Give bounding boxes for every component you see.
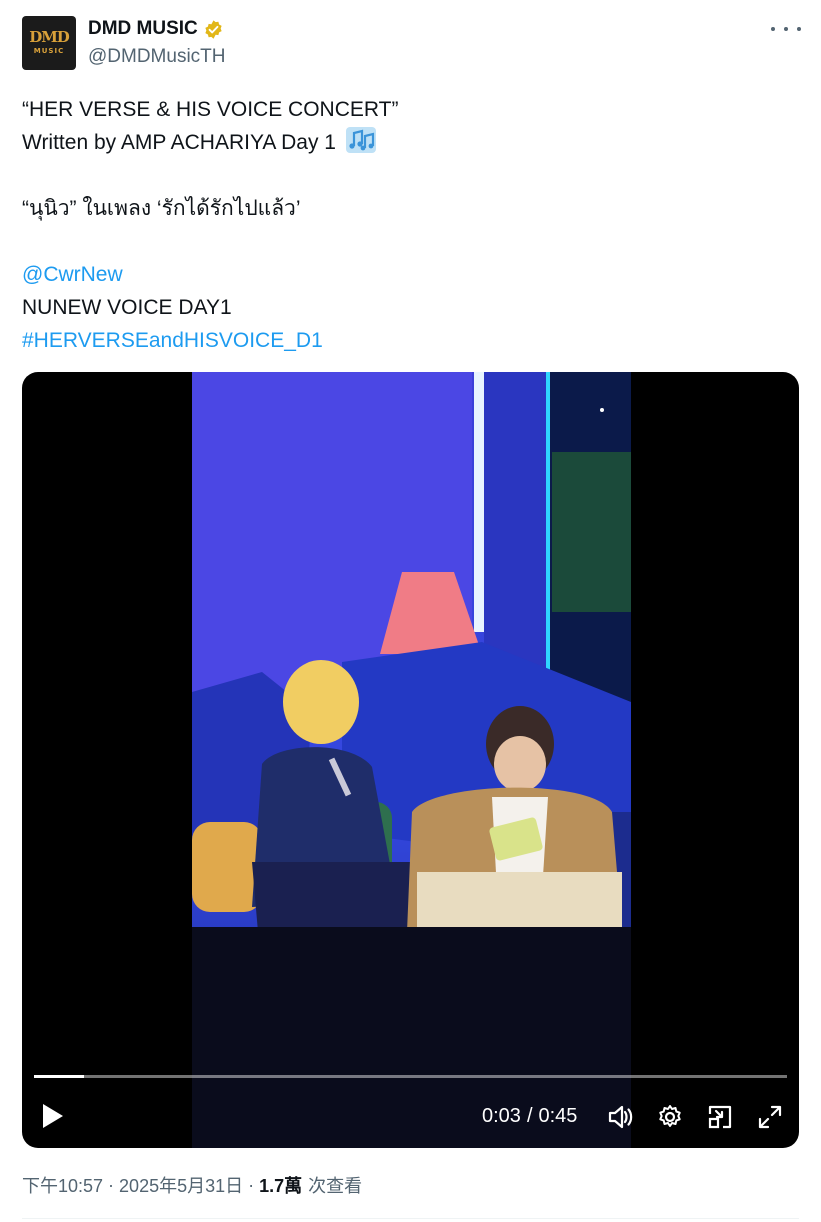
views-count: 1.7萬 [259,1176,303,1196]
tweet-metadata: 下午10:57 · 2025年5月31日 · 1.7萬 次查看 [22,1172,362,1198]
avatar[interactable]: DMD MUSIC [22,16,76,70]
picture-in-picture-icon[interactable] [706,1103,734,1131]
progress-fill [34,1075,85,1078]
volume-icon[interactable] [606,1103,634,1131]
video-frame[interactable] [192,372,631,1148]
video-player[interactable]: 0:03 / 0:45 [22,372,799,1148]
duration: 0:45 [538,1105,578,1127]
avatar-logo-subtext: MUSIC [33,47,65,55]
post-date[interactable]: 2025年5月31日 [119,1172,243,1198]
display-name[interactable]: DMD MUSIC [88,18,198,40]
fullscreen-icon[interactable] [756,1103,784,1131]
written-by-text: Written by AMP ACHARIYA Day 1 [22,131,336,154]
time-readout: 0:03 / 0:45 [482,1105,577,1128]
divider [22,1218,799,1219]
tweet-line-voice: NUNEW VOICE DAY1 [22,296,232,319]
tweet-text: “HER VERSE & HIS VOICE CONCERT” Written … [22,93,792,357]
progress-bar[interactable] [34,1075,787,1078]
mention-link[interactable]: @CwrNew [22,258,792,291]
separator-dot: · [108,1174,115,1195]
tweet-line-thai: “นุนิว” ในเพลง ‘รักได้รักไปแล้ว’ [22,197,301,220]
tweet-line-title: “HER VERSE & HIS VOICE CONCERT” [22,98,399,121]
time-separator: / [526,1105,533,1127]
musical-notes-icon [345,127,376,153]
settings-gear-icon[interactable] [656,1103,684,1131]
hashtag-link[interactable]: #HERVERSEandHISVOICE_D1 [22,324,792,357]
play-icon[interactable] [40,1101,66,1131]
post-time[interactable]: 下午10:57 [22,1172,103,1198]
name-row[interactable]: DMD MUSIC [88,17,224,41]
views-label: 次查看 [308,1176,363,1196]
current-time: 0:03 [482,1105,521,1127]
avatar-logo-text: DMD [29,28,70,46]
more-options-icon[interactable] [771,18,801,40]
tweet-line-written-by: Written by AMP ACHARIYA Day 1 [22,126,792,159]
user-handle[interactable]: @DMDMusicTH [88,46,226,68]
separator-dot: · [248,1174,255,1195]
verified-badge-icon [205,19,222,39]
